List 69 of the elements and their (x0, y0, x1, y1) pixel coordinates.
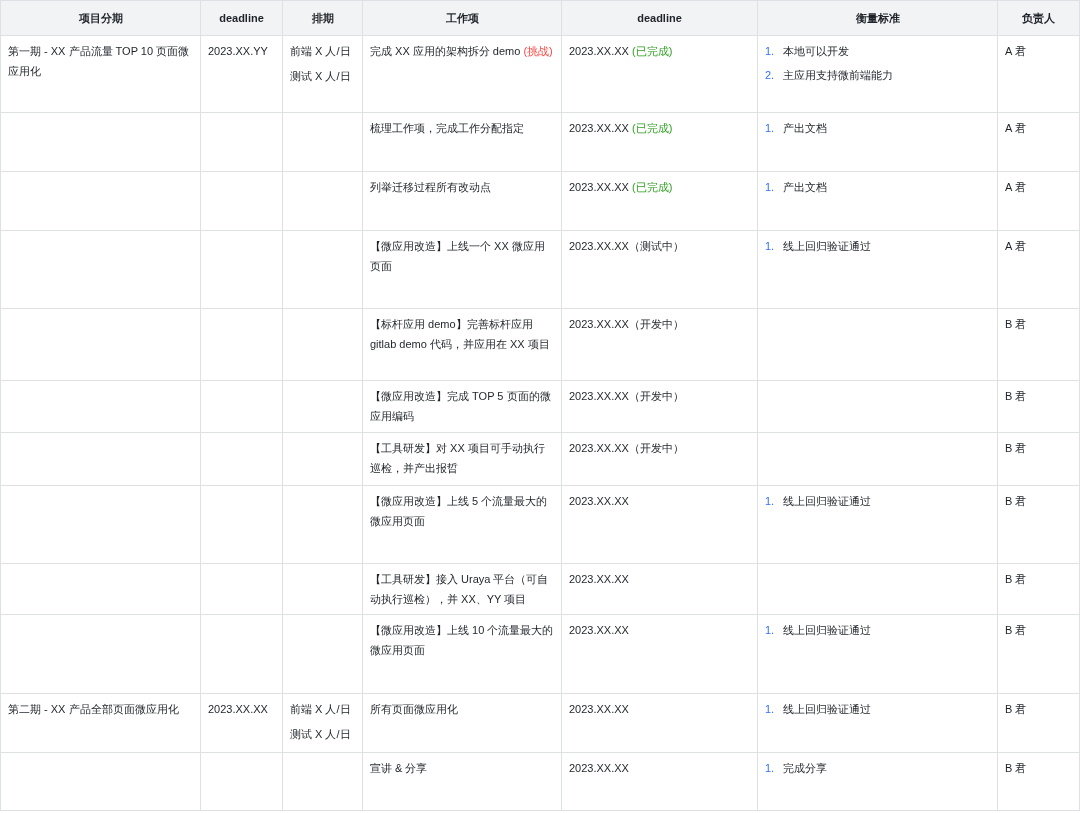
column-header: 工作项 (362, 0, 562, 36)
list-number: 1. (765, 702, 776, 717)
owner-name: B 君 (1005, 761, 1028, 776)
deadline-text: 2023.XX.XX（开发中） (569, 389, 685, 404)
owner-name: A 君 (1005, 121, 1027, 136)
owner-name: B 君 (1005, 623, 1028, 638)
list-number: 2. (765, 68, 776, 83)
owner-name: A 君 (1005, 239, 1027, 254)
deadline-text: 2023.XX.XX (569, 572, 630, 587)
deadline-text: 2023.XX.YY (208, 44, 269, 59)
owner-name: B 君 (1005, 702, 1028, 717)
work-item-text: 完成 XX 应用的架构拆分 demo (挑战) (370, 44, 554, 59)
schedule-text: 前端 X 人/日 (290, 44, 352, 59)
criteria-text: 线上回归验证通过 (783, 702, 871, 717)
deadline-text: 2023.XX.XX（开发中） (569, 441, 685, 456)
deadline-text: 2023.XX.XX (569, 761, 630, 776)
work-item-text: 宣讲 & 分享 (370, 761, 429, 776)
deadline-text: 2023.XX.XX (已完成) (569, 44, 674, 59)
column-header: deadline (200, 0, 283, 36)
owner-name: B 君 (1005, 441, 1028, 456)
column-header: 衡量标准 (757, 0, 998, 36)
work-item-text: 列举迁移过程所有改动点 (370, 180, 492, 195)
list-number: 1. (765, 44, 776, 59)
phase-text: 第二期 - XX 产品全部页面微应用化 (8, 702, 180, 717)
work-item-text: 【微应用改造】上线一个 XX 微应用页面 (370, 239, 546, 274)
list-number: 1. (765, 239, 776, 254)
work-item-text: 【微应用改造】完成 TOP 5 页面的微应用编码 (370, 389, 552, 424)
deadline-text: 2023.XX.XX (208, 702, 269, 717)
criteria-text: 线上回归验证通过 (783, 494, 871, 509)
owner-name: A 君 (1005, 44, 1027, 59)
list-number: 1. (765, 121, 776, 136)
criteria-text: 完成分享 (783, 761, 827, 776)
owner-name: B 君 (1005, 494, 1028, 509)
work-item-text: 所有页面微应用化 (370, 702, 459, 717)
owner-name: A 君 (1005, 180, 1027, 195)
column-header: deadline (561, 0, 758, 36)
work-item-text: 【微应用改造】上线 5 个流量最大的微应用页面 (370, 494, 549, 529)
column-header: 排期 (282, 0, 363, 36)
list-number: 1. (765, 623, 776, 638)
criteria-text: 产出文档 (783, 121, 827, 136)
list-number: 1. (765, 494, 776, 509)
schedule-text: 测试 X 人/日 (290, 69, 352, 84)
deadline-text: 2023.XX.XX (已完成) (569, 180, 674, 195)
column-header: 负责人 (997, 0, 1080, 36)
schedule-text: 前端 X 人/日 (290, 702, 352, 717)
deadline-text: 2023.XX.XX (569, 702, 630, 717)
schedule-text: 测试 X 人/日 (290, 727, 352, 742)
work-item-text: 【工具研发】对 XX 项目可手动执行巡检，并产出报晢 (370, 441, 546, 476)
work-item-text: 【工具研发】接入 Uraya 平台（可自动执行巡检），并 XX、YY 项目 (370, 572, 550, 607)
criteria-text: 主应用支持微前端能力 (783, 68, 893, 83)
deadline-text: 2023.XX.XX (已完成) (569, 121, 674, 136)
work-item-text: 【标杆应用 demo】完善标杆应用 gitlab demo 代码，并应用在 XX 项目 (370, 317, 551, 352)
criteria-text: 线上回归验证通过 (783, 239, 871, 254)
criteria-text: 本地可以开发 (783, 44, 849, 59)
criteria-text: 线上回归验证通过 (783, 623, 871, 638)
list-number: 1. (765, 180, 776, 195)
list-number: 1. (765, 761, 776, 776)
column-header: 项目分期 (0, 0, 201, 36)
deadline-text: 2023.XX.XX（开发中） (569, 317, 685, 332)
owner-name: B 君 (1005, 572, 1028, 587)
work-item-text: 【微应用改造】上线 10 个流量最大的微应用页面 (370, 623, 554, 658)
deadline-text: 2023.XX.XX (569, 623, 630, 638)
owner-name: B 君 (1005, 389, 1028, 404)
work-item-text: 梳理工作项，完成工作分配指定 (370, 121, 525, 136)
criteria-text: 产出文档 (783, 180, 827, 195)
owner-name: B 君 (1005, 317, 1028, 332)
deadline-text: 2023.XX.XX（测试中） (569, 239, 685, 254)
phase-text: 第一期 - XX 产品流量 TOP 10 页面微应用化 (8, 44, 191, 79)
deadline-text: 2023.XX.XX (569, 494, 630, 509)
